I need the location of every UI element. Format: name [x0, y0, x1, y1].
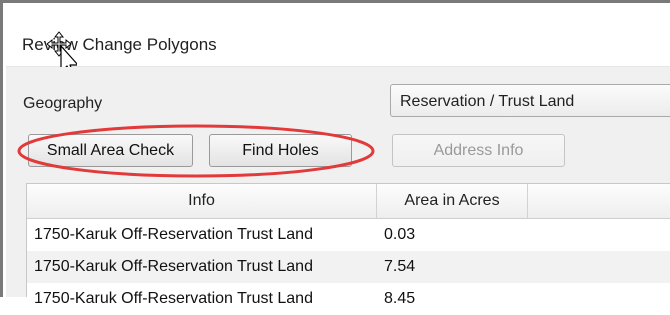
panel-content: Geography Reservation / Trust Land Small… — [6, 67, 670, 307]
column-header-area[interactable]: Area in Acres — [377, 184, 528, 218]
column-header-info[interactable]: Info — [27, 184, 377, 218]
cell-info: 1750-Karuk Off-Reservation Trust Land — [34, 258, 313, 275]
grid-header: Info Area in Acres — [27, 184, 670, 219]
cell-area: 7.54 — [384, 258, 416, 275]
address-info-button[interactable]: Address Info — [392, 134, 565, 167]
results-grid: Info Area in Acres 1750-Karuk Off-Reserv… — [26, 183, 670, 307]
cell-area: 8.45 — [384, 290, 416, 307]
title-bar: Review Change Polygons — [6, 6, 670, 77]
geography-select[interactable]: Reservation / Trust Land — [390, 84, 670, 117]
table-row[interactable]: 1750-Karuk Off-Reservation Trust Land 8.… — [27, 283, 670, 315]
cell-area: 0.03 — [384, 226, 416, 243]
table-row[interactable]: 1750-Karuk Off-Reservation Trust Land 0.… — [27, 219, 670, 251]
review-change-polygons-window: Review Change Polygons Geography Reserva… — [0, 0, 670, 307]
highlight-ellipse-annotation — [17, 124, 375, 178]
geography-label: Geography — [23, 95, 103, 112]
cell-info: 1750-Karuk Off-Reservation Trust Land — [34, 290, 313, 307]
table-row[interactable]: 1750-Karuk Off-Reservation Trust Land 7.… — [27, 251, 670, 283]
cell-info: 1750-Karuk Off-Reservation Trust Land — [34, 226, 313, 243]
